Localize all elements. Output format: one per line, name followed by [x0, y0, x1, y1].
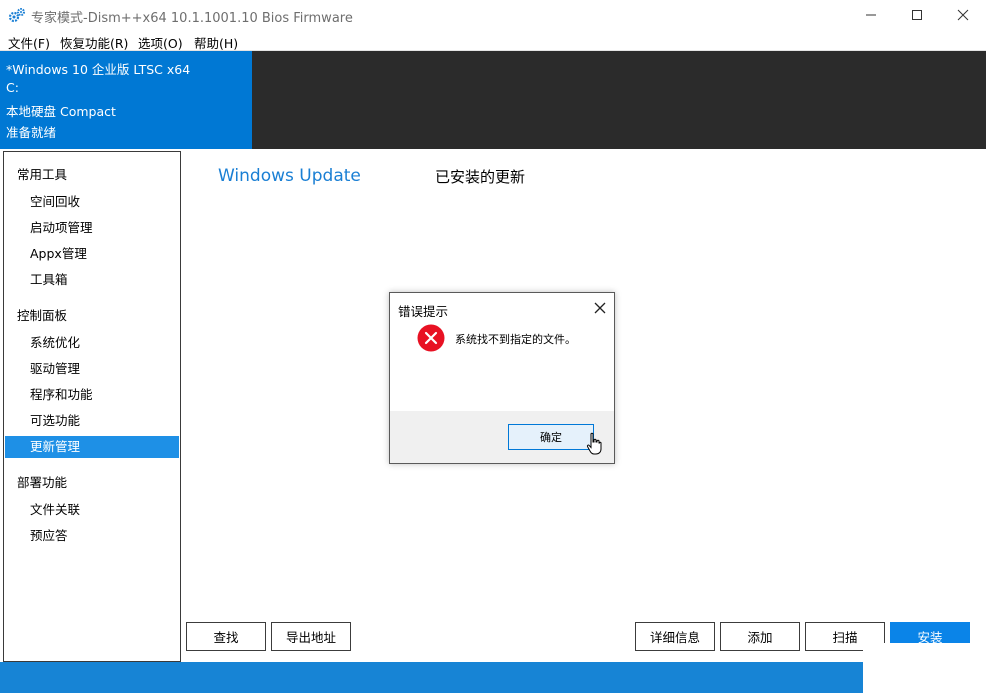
window-title: 专家模式-Dism++x64 10.1.1001.10 Bios Firmwar…	[31, 11, 353, 26]
nav-item-optional-features[interactable]: 可选功能	[5, 410, 179, 432]
menu-file[interactable]: 文件(F)	[8, 33, 50, 52]
status-bar-blank	[863, 643, 986, 693]
menu-recovery[interactable]: 恢复功能(R)	[60, 33, 128, 52]
menu-help[interactable]: 帮助(H)	[194, 33, 238, 52]
hand-cursor-icon	[586, 432, 602, 455]
status-label: 准备就绪	[6, 125, 57, 140]
error-icon	[417, 324, 445, 352]
nav-item-drivers[interactable]: 驱动管理	[5, 358, 179, 380]
nav-item-updates[interactable]: 更新管理	[5, 436, 179, 458]
nav-item-programs[interactable]: 程序和功能	[5, 384, 179, 406]
details-button[interactable]: 详细信息	[635, 622, 715, 651]
disk-label: 本地硬盘 Compact	[6, 104, 116, 119]
nav-item-unattend[interactable]: 预应答	[5, 525, 179, 547]
nav-group-common-tools: 常用工具	[17, 167, 68, 182]
minimize-icon	[866, 14, 876, 16]
error-dialog: 错误提示 系统找不到指定的文件。 确定	[389, 292, 615, 464]
dialog-close-button[interactable]	[588, 296, 612, 320]
ok-button[interactable]: 确定	[508, 424, 594, 450]
nav-item-system-optimize[interactable]: 系统优化	[5, 332, 179, 354]
nav-item-toolbox[interactable]: 工具箱	[5, 269, 179, 291]
nav-item-appx[interactable]: Appx管理	[5, 243, 179, 265]
nav-item-file-assoc[interactable]: 文件关联	[5, 499, 179, 521]
tab-windows-update[interactable]: Windows Update	[218, 166, 361, 186]
minimize-button[interactable]	[848, 0, 894, 30]
dialog-message: 系统找不到指定的文件。	[455, 333, 576, 346]
nav-group-deploy: 部署功能	[17, 475, 68, 490]
nav-item-startup[interactable]: 启动项管理	[5, 217, 179, 239]
close-icon	[594, 302, 606, 314]
close-icon	[957, 9, 969, 21]
maximize-icon	[912, 10, 922, 20]
system-info-panel[interactable]: *Windows 10 企业版 LTSC x64 C: 本地硬盘 Compact…	[0, 51, 252, 149]
menu-options[interactable]: 选项(O)	[138, 33, 183, 52]
drive-label: C:	[6, 80, 19, 95]
os-label: *Windows 10 企业版 LTSC x64	[6, 62, 191, 77]
image-list-panel[interactable]	[252, 51, 986, 149]
close-button[interactable]	[940, 0, 986, 30]
tab-installed-updates[interactable]: 已安装的更新	[435, 166, 525, 187]
add-button[interactable]: 添加	[720, 622, 800, 651]
maximize-button[interactable]	[894, 0, 940, 30]
nav-group-control-panel: 控制面板	[17, 308, 68, 323]
dialog-title: 错误提示	[398, 304, 449, 319]
export-address-button[interactable]: 导出地址	[271, 622, 351, 651]
find-button[interactable]: 查找	[186, 622, 266, 651]
gears-icon	[8, 8, 25, 23]
status-bar	[0, 662, 986, 693]
nav-item-space-reclaim[interactable]: 空间回收	[5, 191, 179, 213]
